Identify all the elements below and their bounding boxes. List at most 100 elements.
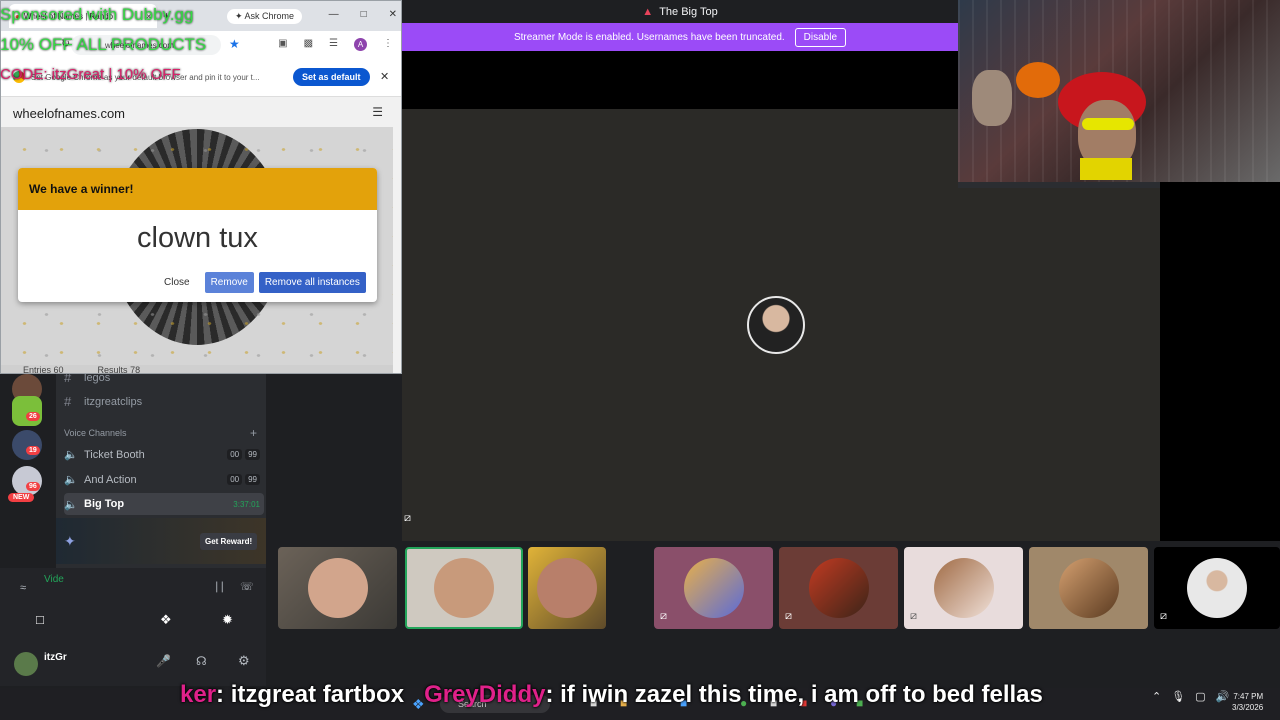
winner-dialog: We have a winner! clown tux Close Remove… [18,168,377,302]
volume-icon[interactable]: 🔊 [1216,690,1230,703]
cast-icon[interactable]: ▩ [304,38,313,51]
infobar-close-icon[interactable]: ✕ [380,70,389,83]
focused-participant-avatar[interactable] [747,296,805,354]
call-timer: 3:37:01 [233,499,260,509]
voice-channel[interactable]: 🔈 Ticket Booth 00 99 [64,448,264,461]
avatar[interactable] [14,652,38,676]
participant-tile[interactable] [405,547,523,629]
chat-message: : itzgreat fartbox [216,681,405,708]
streamer-notice: Streamer Mode is enabled. Usernames have… [513,31,785,43]
participant-tile[interactable]: ⧄ [1154,547,1280,629]
tab-label: Entries [23,365,52,374]
winner-actions: Close Remove Remove all instances [164,272,366,293]
server-icon[interactable] [12,430,42,460]
disconnect-icon[interactable]: ☏ [240,580,254,593]
display-tray-icon[interactable]: ▢ [1195,690,1205,703]
tab-entries[interactable]: Entries 60 [23,365,64,374]
media-icon[interactable]: ☰ [329,38,338,51]
sponsor-line: Sponsored with Dubby.gg [0,5,194,24]
server-icon[interactable] [12,466,42,496]
tray-chevron-icon[interactable]: ⌃ [1152,690,1161,703]
muted-mic-icon: ⧄ [404,512,411,524]
participant-tile[interactable] [528,547,606,629]
activities-icon[interactable]: ❖ [160,612,172,628]
remove-button[interactable]: Remove [204,272,254,293]
add-channel-icon[interactable]: + [250,426,257,440]
chat-username: ker [180,681,217,708]
sparkle-icon: ✦ [235,11,245,21]
yellow-glasses [1082,118,1134,130]
ask-chrome-button[interactable]: ✦ Ask Chrome [227,9,303,24]
disable-streamer-button[interactable]: Disable [794,27,847,47]
muted-mic-icon: ⧄ [660,610,667,622]
microphone-icon[interactable]: 🎤 [156,654,171,668]
notification-badge: 26 [26,412,40,421]
minimize-icon[interactable]: — [329,9,339,20]
ask-chrome-label: Ask Chrome [244,11,295,21]
server-icon[interactable] [12,396,42,426]
participant-strip: ⧄ ⧄ ⧄ ⧄ [278,547,1280,629]
stage-divider [958,182,1160,188]
participant-tile[interactable]: ⧄ [779,547,898,629]
bow-tie [1080,158,1132,180]
participant-avatar [1187,558,1247,618]
participant-tile[interactable]: ⧄ [654,547,773,629]
participant-video [434,558,494,618]
streamer-webcam [958,0,1280,182]
tent-icon: ▲ [642,5,654,18]
system-tray: ⌃ 🎙 ▢ 🔊 [1152,690,1229,703]
noise-suppression-icon[interactable]: ∣∣ [214,580,225,593]
bookmark-star-icon[interactable]: ★ [229,37,240,51]
user-count: 00 [227,449,243,460]
voice-channel-active[interactable]: 🔈 Big Top 3:37:01 [64,493,264,515]
close-button[interactable]: Close [164,273,200,292]
toolbar-icons: ▣ ▩ ☰ A ⋮ [278,38,393,51]
site-header: wheelofnames.com ☰ [1,97,393,127]
username: itzGr [44,652,67,663]
user-limit: 00 99 [227,474,260,485]
notification-badge: 96 [26,482,40,491]
maximize-icon[interactable]: □ [361,9,367,20]
quest-icon: ✦ [64,533,76,549]
participant-video [537,558,597,618]
page-scrollbar[interactable] [393,97,401,373]
skull-decoration [972,70,1012,126]
settings-gear-icon[interactable]: ⚙ [238,653,250,669]
menu-dots-icon[interactable]: ⋮ [383,38,393,51]
voice-channel[interactable]: 🔈 And Action 00 99 [64,473,264,486]
set-default-button[interactable]: Set as default [293,68,370,86]
winner-name: clown tux [137,222,258,254]
text-channel[interactable]: # itzgreatclips [64,394,142,409]
channel-name: itzgreatclips [84,395,143,408]
window-title: The Big Top [659,5,718,18]
tab-results[interactable]: Results 78 [98,365,141,373]
participant-avatar [683,558,744,618]
participant-tile[interactable] [1029,547,1148,629]
user-count: 00 [227,474,243,485]
headset-icon[interactable]: ☊ [196,654,207,668]
soundboard-icon[interactable]: ✹ [222,612,233,628]
system-clock[interactable]: 7:47 PM 3/3/2026 [1232,691,1263,713]
clock-date: 3/3/2026 [1232,703,1264,712]
get-reward-button[interactable]: Get Reward! [200,533,258,550]
chat-username: GreyDiddy [424,681,546,708]
voice-status: Vide [44,574,64,585]
participant-avatar [808,558,869,618]
voice-channels-header[interactable]: Voice Channels [64,428,127,438]
close-window-icon[interactable]: ✕ [389,9,397,20]
profile-avatar[interactable]: A [354,38,367,51]
sponsor-overlay: Sponsored with Dubby.gg 10% OFF ALL PROD… [0,0,206,90]
microphone-tray-icon[interactable]: 🎙 [1171,690,1185,703]
extensions-icon[interactable]: ▣ [278,38,287,51]
hamburger-menu-icon[interactable]: ☰ [372,105,383,119]
participant-tile[interactable] [278,547,397,629]
participant-avatar [933,558,994,618]
remove-all-button[interactable]: Remove all instances [258,272,366,293]
participant-avatar [1058,558,1119,618]
sponsor-code: CODE: itzGreat | 10% OFF [0,66,181,83]
site-brand[interactable]: wheelofnames.com [13,106,125,121]
speaker-icon: 🔈 [64,474,78,486]
entries-results-tabs: Entries 60 Results 78 [1,365,393,374]
participant-tile[interactable]: ⧄ [904,547,1023,629]
camera-off-icon[interactable]: □ [36,612,44,627]
